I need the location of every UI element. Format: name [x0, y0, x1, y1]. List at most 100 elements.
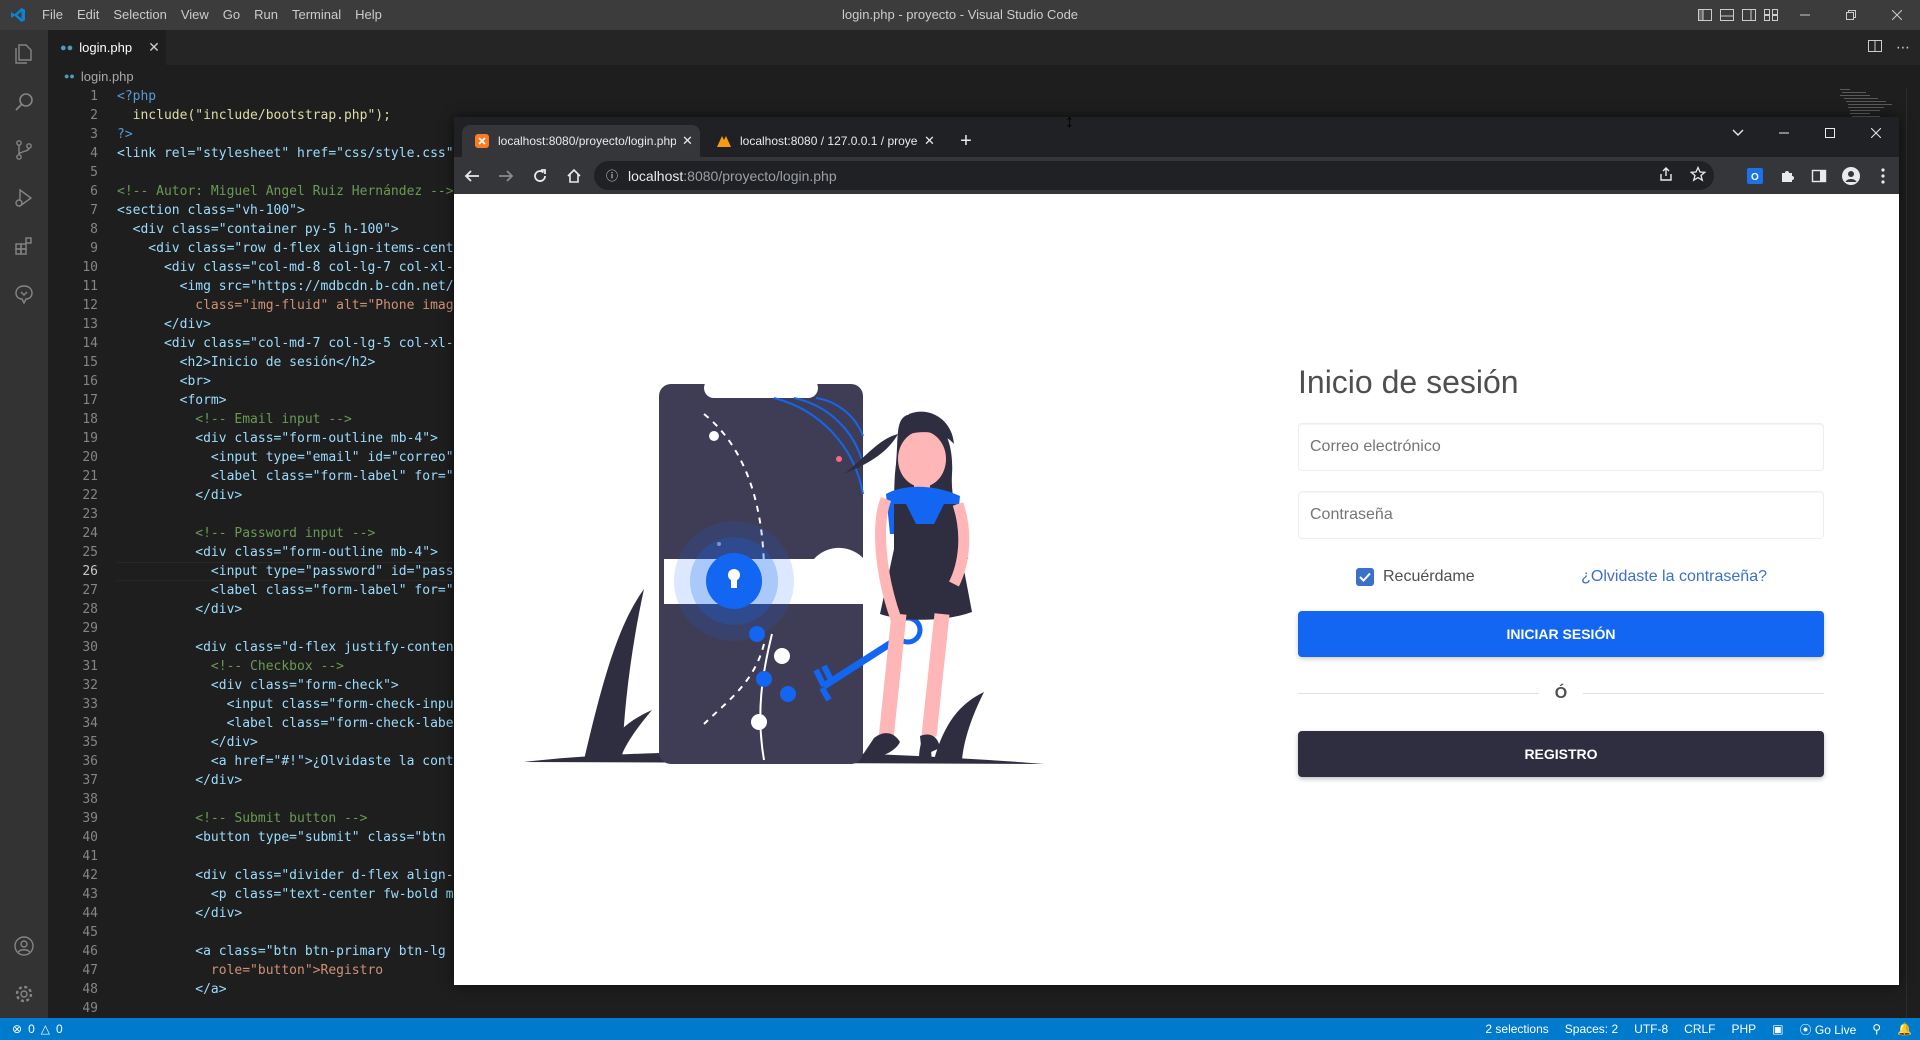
line-number: 38: [82, 792, 98, 807]
forward-arrow-icon[interactable]: [490, 160, 522, 192]
svg-text:O: O: [1751, 172, 1759, 183]
menu-view[interactable]: View: [174, 0, 216, 30]
problems-status[interactable]: ⊗ 0 △ 0: [0, 1022, 63, 1036]
browser-toolbar: ⓘ localhost:8080/proyecto/login.php O: [454, 157, 1899, 194]
indentation-status[interactable]: Spaces: 2: [1565, 1022, 1618, 1036]
line-number: 32: [82, 678, 98, 693]
editor-scrollbar[interactable]: [1906, 87, 1920, 1018]
run-debug-icon[interactable]: [0, 174, 48, 222]
vscode-logo-icon: [0, 0, 35, 30]
toggle-primary-sidebar-icon[interactable]: [1694, 0, 1716, 30]
line-number: 33: [82, 697, 98, 712]
layout-status-icon[interactable]: ▣: [1772, 1022, 1783, 1036]
close-tab-icon[interactable]: ✕: [148, 39, 160, 56]
register-button[interactable]: REGISTRO: [1298, 731, 1824, 777]
share-icon[interactable]: [1658, 166, 1674, 185]
site-info-icon[interactable]: ⓘ: [606, 167, 618, 184]
line-number: 5: [90, 165, 98, 180]
browser-close-icon[interactable]: [1853, 117, 1899, 149]
language-status[interactable]: PHP: [1732, 1022, 1757, 1036]
extensions-puzzle-icon[interactable]: [1771, 160, 1803, 192]
close-browser-tab-icon[interactable]: ✕: [682, 133, 693, 149]
toggle-secondary-sidebar-icon[interactable]: [1738, 0, 1760, 30]
menu-run[interactable]: Run: [247, 0, 285, 30]
tab-search-chevron-down-icon[interactable]: [1715, 117, 1761, 149]
error-icon: ⊗: [12, 1022, 23, 1036]
checkmark-icon: [1359, 572, 1371, 582]
line-number: 30: [82, 640, 98, 655]
eol-status[interactable]: CRLF: [1684, 1022, 1715, 1036]
encoding-status[interactable]: UTF-8: [1634, 1022, 1668, 1036]
extensions-icon[interactable]: [0, 222, 48, 270]
chrome-menu-kebab-icon[interactable]: [1867, 160, 1899, 192]
reload-icon[interactable]: [524, 160, 556, 192]
more-actions-icon[interactable]: ⋯: [1896, 39, 1910, 56]
browser-tab-phpmyadmin[interactable]: localhost:8080 / 127.0.0.1 / proyecto ✕: [704, 125, 942, 157]
line-number: 41: [82, 849, 98, 864]
line-number: 19: [82, 431, 98, 446]
browser-tab-title: localhost:8080 / 127.0.0.1 / proyecto: [740, 134, 918, 148]
menu-help[interactable]: Help: [348, 0, 389, 30]
new-tab-icon[interactable]: +: [954, 129, 978, 153]
restore-icon[interactable]: [1828, 0, 1874, 30]
source-control-icon[interactable]: [0, 126, 48, 174]
line-number: 20: [82, 450, 98, 465]
split-editor-icon[interactable]: [1868, 39, 1882, 57]
line-number: 4: [90, 146, 98, 161]
line-number: 21: [82, 469, 98, 484]
browser-tab-login[interactable]: localhost:8080/proyecto/login.php ✕: [462, 125, 700, 157]
bookmark-star-icon[interactable]: [1689, 165, 1707, 185]
feedback-icon[interactable]: ⚲: [1872, 1022, 1881, 1036]
editor-tab-bar: ●● login.php ✕ ⋯: [48, 30, 1920, 65]
explorer-icon[interactable]: [0, 30, 48, 78]
side-panel-icon[interactable]: [1803, 160, 1835, 192]
menu-terminal[interactable]: Terminal: [285, 0, 348, 30]
browser-window: localhost:8080/proyecto/login.php ✕ loca…: [454, 117, 1899, 985]
profile-avatar-icon[interactable]: [1835, 160, 1867, 192]
login-button[interactable]: INICIAR SESIÓN: [1298, 611, 1824, 657]
line-number: 17: [82, 393, 98, 408]
menu-go[interactable]: Go: [216, 0, 247, 30]
browser-minimize-icon[interactable]: [1761, 117, 1807, 149]
forgot-password-link[interactable]: ¿Olvidaste la contraseña?: [1581, 568, 1767, 586]
close-window-icon[interactable]: [1874, 0, 1920, 30]
email-field[interactable]: Correo electrónico: [1298, 423, 1824, 471]
notifications-bell-icon[interactable]: 🔔: [1897, 1022, 1912, 1036]
menu-file[interactable]: File: [35, 0, 70, 30]
search-icon[interactable]: [0, 78, 48, 126]
back-arrow-icon[interactable]: [456, 160, 488, 192]
line-number: 43: [82, 887, 98, 902]
settings-gear-icon[interactable]: [0, 970, 48, 1018]
line-number: 40: [82, 830, 98, 845]
line-number: 6: [90, 184, 98, 199]
line-number: 23: [82, 507, 98, 522]
customize-layout-icon[interactable]: [1760, 0, 1782, 30]
menu-edit[interactable]: Edit: [70, 0, 106, 30]
editor-tab-login-php[interactable]: ●● login.php ✕: [48, 30, 166, 65]
editor-tab-label: login.php: [79, 40, 133, 55]
activity-bar: [0, 30, 48, 1018]
address-bar[interactable]: ⓘ localhost:8080/proyecto/login.php: [594, 161, 1714, 190]
code-line[interactable]: <?php: [117, 87, 617, 106]
home-icon[interactable]: [558, 160, 590, 192]
browser-maximize-icon[interactable]: [1807, 117, 1853, 149]
remote-explorer-icon[interactable]: [0, 270, 48, 318]
remember-label[interactable]: Recuérdame: [1383, 568, 1475, 586]
toggle-panel-icon[interactable]: [1716, 0, 1738, 30]
breadcrumb-file[interactable]: login.php: [81, 69, 134, 84]
menu-selection[interactable]: Selection: [106, 0, 173, 30]
remember-checkbox[interactable]: [1356, 568, 1374, 586]
password-field[interactable]: Contraseña: [1298, 491, 1824, 539]
go-live-label: Go Live: [1814, 1022, 1857, 1037]
selections-status[interactable]: 2 selections: [1485, 1022, 1548, 1036]
divider-text: Ó: [1538, 685, 1584, 703]
accounts-icon[interactable]: [0, 922, 48, 970]
code-line[interactable]: [117, 999, 617, 1018]
line-number: 31: [82, 659, 98, 674]
php-file-icon: ●●: [64, 71, 75, 81]
line-number: 45: [82, 925, 98, 940]
close-browser-tab-icon[interactable]: ✕: [924, 133, 935, 149]
outlook-extension-icon[interactable]: O: [1739, 160, 1771, 192]
minimize-icon[interactable]: [1782, 0, 1828, 30]
go-live-button[interactable]: ⦿ Go Live: [1800, 1021, 1857, 1038]
